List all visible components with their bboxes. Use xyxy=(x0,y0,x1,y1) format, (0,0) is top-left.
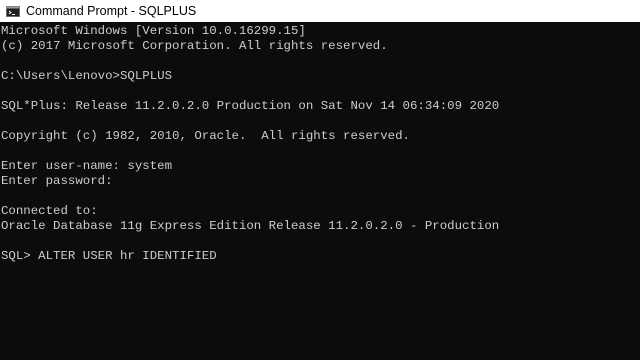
command-prompt-icon xyxy=(6,5,20,17)
command-prompt-window: Command Prompt - SQLPLUS Microsoft Windo… xyxy=(0,0,640,360)
console-line: SQL*Plus: Release 11.2.0.2.0 Production … xyxy=(1,99,500,113)
console-line: (c) 2017 Microsoft Corporation. All righ… xyxy=(1,39,388,53)
console-line: C:\Users\Lenovo>SQLPLUS xyxy=(1,69,173,83)
console-line: SQL> ALTER USER hr IDENTIFIED xyxy=(1,249,217,263)
console-line: Microsoft Windows [Version 10.0.16299.15… xyxy=(1,24,306,38)
title-bar[interactable]: Command Prompt - SQLPLUS xyxy=(0,0,640,22)
console-line: Oracle Database 11g Express Edition Rele… xyxy=(1,219,500,233)
console-line: Copyright (c) 1982, 2010, Oracle. All ri… xyxy=(1,129,410,143)
window-title: Command Prompt - SQLPLUS xyxy=(26,4,197,18)
console-line: Enter user-name: system xyxy=(1,159,173,173)
console-output[interactable]: Microsoft Windows [Version 10.0.16299.15… xyxy=(0,23,640,360)
console-line: Connected to: xyxy=(1,204,98,218)
console-line: Enter password: xyxy=(1,174,113,188)
